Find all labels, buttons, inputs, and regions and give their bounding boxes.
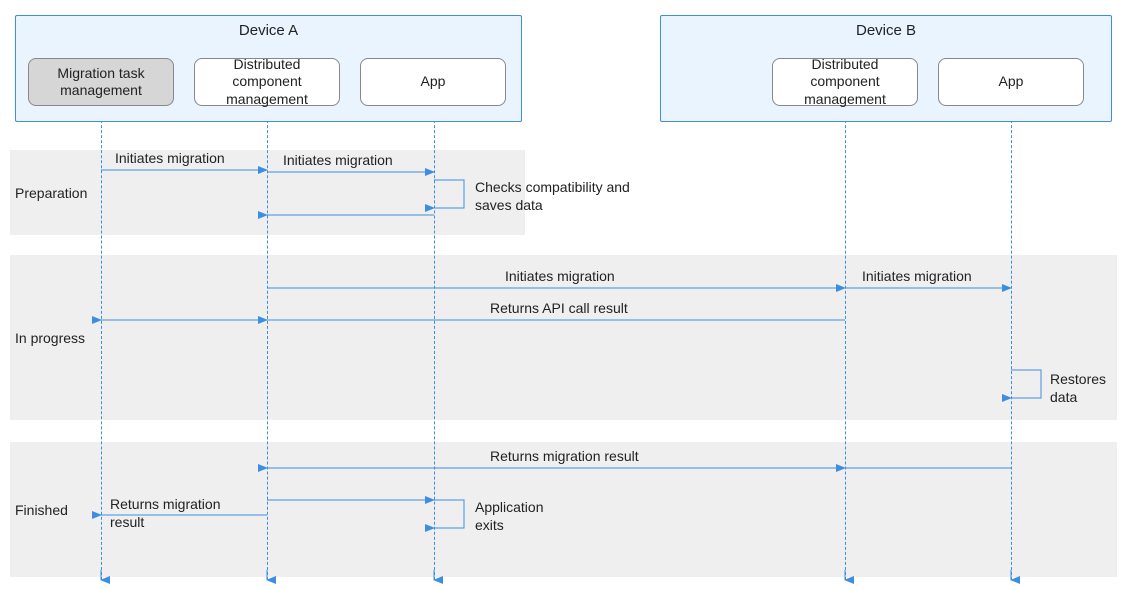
msg-returns-api: Returns API call result xyxy=(490,300,628,316)
phase-finished-label: Finished xyxy=(15,442,95,577)
msg-initiates-1: Initiates migration xyxy=(115,150,225,166)
actor-b-app: App xyxy=(938,58,1084,106)
phase-preparation-label: Preparation xyxy=(15,150,95,235)
note-restores-data: Restores data xyxy=(1050,370,1120,406)
msg-initiates-2: Initiates migration xyxy=(283,152,393,168)
actor-a-dcm: Distributed component management xyxy=(194,58,340,106)
lifeline-a-app xyxy=(434,110,435,580)
lifeline-b-dcm xyxy=(845,110,846,580)
phase-inprogress-label: In progress xyxy=(15,255,95,420)
device-b-title: Device B xyxy=(661,16,1111,41)
msg-returns-mig-2: Returns migration result xyxy=(110,495,240,531)
device-a-title: Device A xyxy=(16,16,521,41)
msg-returns-mig-1: Returns migration result xyxy=(490,448,639,464)
msg-initiates-4: Initiates migration xyxy=(862,268,972,284)
actor-b-dcm: Distributed component management xyxy=(772,58,918,106)
actor-a-mtm: Migration task management xyxy=(28,58,174,106)
lifeline-b-app xyxy=(1011,110,1012,580)
actor-a-app: App xyxy=(360,58,506,106)
lifeline-a-dcm xyxy=(267,110,268,580)
msg-initiates-3: Initiates migration xyxy=(505,268,615,284)
note-app-exits: Application exits xyxy=(475,498,575,534)
lifeline-a-mtm xyxy=(101,110,102,580)
sequence-diagram: Preparation In progress Finished Device … xyxy=(0,0,1127,590)
note-checks-compat: Checks compatibility and saves data xyxy=(475,178,635,214)
